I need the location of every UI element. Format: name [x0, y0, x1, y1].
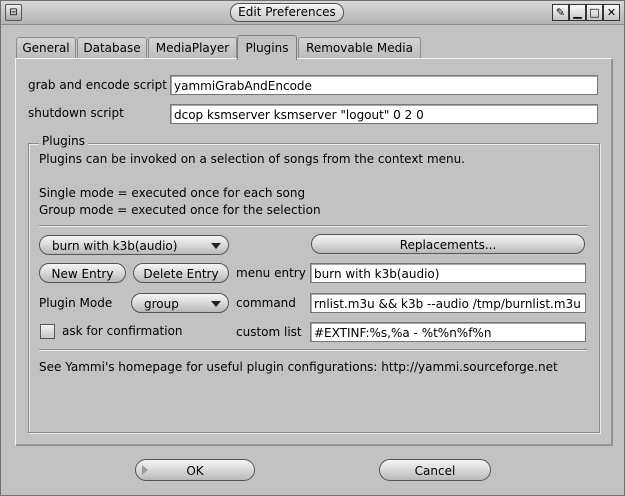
plugins-group-title: Plugins: [39, 134, 88, 148]
tab-plugins[interactable]: Plugins: [237, 35, 297, 60]
group-mode-text: Group mode = executed once for the selec…: [39, 203, 321, 217]
custom-list-input[interactable]: #EXTINF:%s,%a - %t%n%f%n: [310, 322, 586, 342]
delete-entry-button[interactable]: Delete Entry: [133, 263, 229, 283]
plugins-intro-text: Plugins can be invoked on a selection of…: [39, 152, 466, 166]
divider: [39, 349, 587, 351]
plugin-mode-dropdown[interactable]: group: [131, 293, 229, 313]
ok-button-label: OK: [186, 464, 204, 478]
plugin-mode-value: group: [144, 297, 179, 311]
divider: [39, 225, 587, 227]
plugin-mode-label: Plugin Mode: [39, 296, 113, 310]
title-bar[interactable]: ⊟ Edit Preferences ✎ ▁ □ ✕: [1, 1, 624, 25]
grab-script-input[interactable]: yammiGrabAndEncode: [170, 75, 598, 95]
new-entry-button[interactable]: New Entry: [39, 263, 126, 283]
ok-button[interactable]: OK: [135, 459, 255, 481]
menu-entry-input[interactable]: burn with k3b(audio): [310, 263, 586, 283]
homepage-note: See Yammi's homepage for useful plugin c…: [39, 360, 558, 374]
command-input[interactable]: rnlist.m3u && k3b --audio /tmp/burnlist.…: [310, 293, 586, 313]
tab-general[interactable]: General: [16, 37, 76, 58]
maximize-icon[interactable]: □: [586, 4, 603, 21]
window-menu-icon[interactable]: ⊟: [5, 4, 22, 21]
tab-database[interactable]: Database: [77, 37, 147, 58]
tab-mediaplayer[interactable]: MediaPlayer: [148, 37, 237, 58]
confirmation-checkbox[interactable]: [40, 324, 55, 339]
tab-removable-media[interactable]: Removable Media: [298, 37, 421, 58]
window-title: Edit Preferences: [230, 3, 344, 22]
shutdown-script-label: shutdown script: [28, 106, 124, 120]
replacements-button[interactable]: Replacements...: [311, 234, 585, 254]
chevron-down-icon: [211, 243, 221, 249]
command-label: command: [236, 296, 296, 310]
confirmation-label: ask for confirmation: [62, 324, 183, 338]
custom-list-label: custom list: [236, 325, 302, 339]
cancel-button[interactable]: Cancel: [379, 459, 491, 481]
default-indicator-icon: [142, 465, 148, 475]
menu-entry-label: menu entry: [236, 266, 306, 280]
preferences-window: ⊟ Edit Preferences ✎ ▁ □ ✕ General Datab…: [0, 0, 625, 496]
shutdown-script-input[interactable]: dcop ksmserver ksmserver "logout" 0 2 0: [170, 104, 598, 124]
plugin-select-value: burn with k3b(audio): [52, 239, 178, 253]
pin-icon[interactable]: ✎: [552, 4, 569, 21]
minimize-icon[interactable]: ▁: [569, 4, 586, 21]
grab-script-label: grab and encode script: [28, 78, 167, 92]
chevron-down-icon: [211, 301, 221, 307]
close-icon[interactable]: ✕: [603, 4, 620, 21]
single-mode-text: Single mode = executed once for each son…: [39, 186, 306, 200]
plugin-select-dropdown[interactable]: burn with k3b(audio): [39, 235, 229, 255]
